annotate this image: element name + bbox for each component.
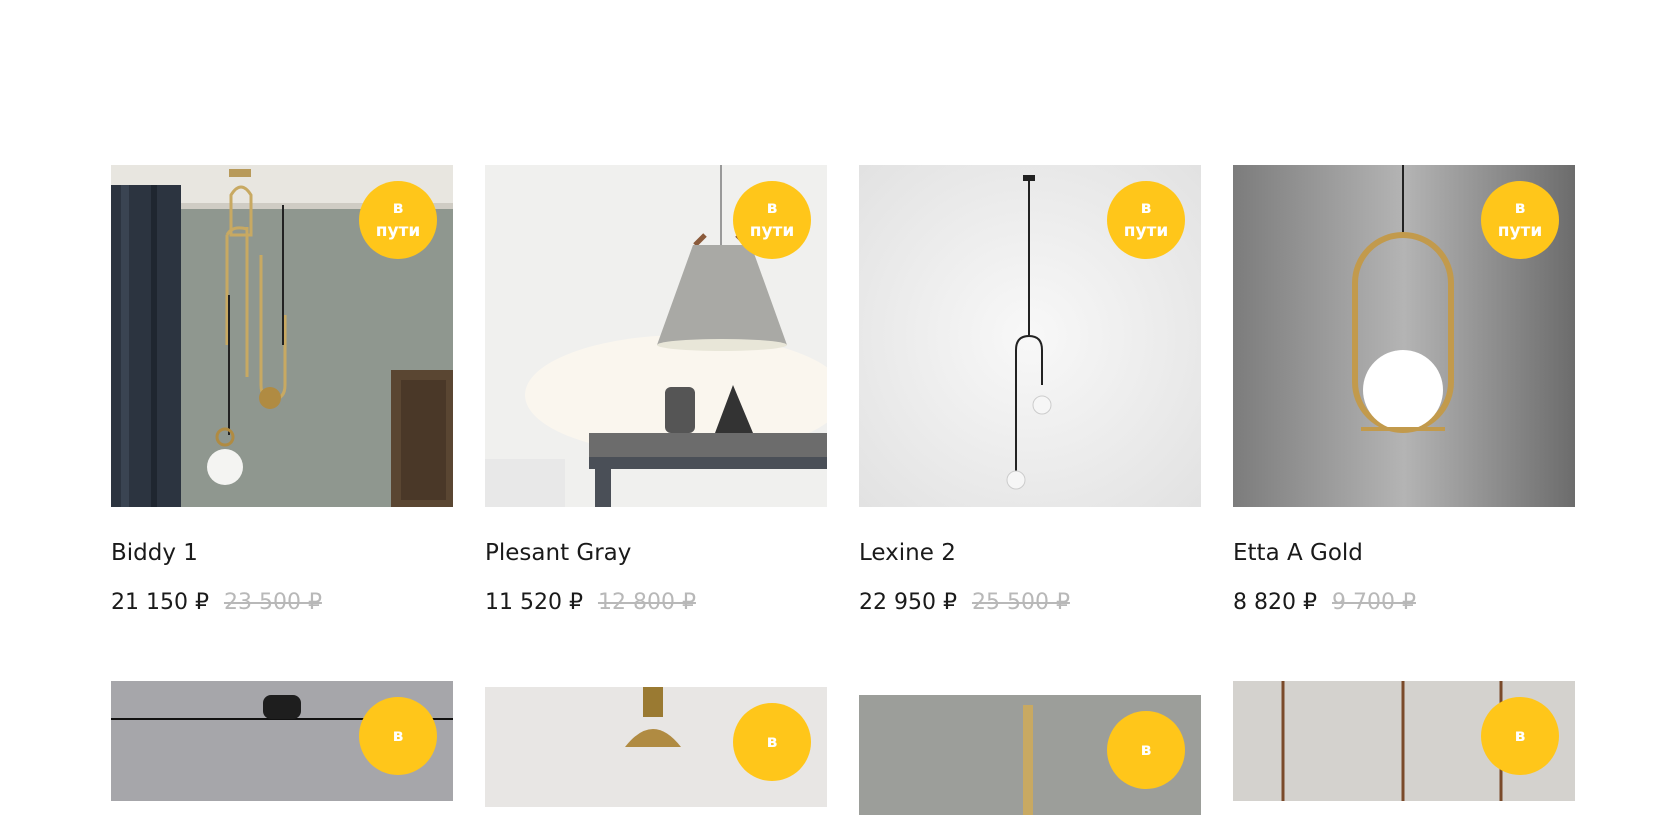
- product-image[interactable]: в: [859, 695, 1201, 815]
- in-transit-badge: в: [733, 703, 811, 781]
- old-price: 9 700 ₽: [1331, 590, 1416, 615]
- product-name[interactable]: Lexine 2: [859, 538, 1201, 568]
- in-transit-badge: в: [1481, 697, 1559, 775]
- product-prices: 11 520 ₽ 12 800 ₽: [485, 588, 827, 618]
- current-price: 8 820 ₽: [1233, 590, 1317, 615]
- product-image[interactable]: в пути: [1233, 165, 1575, 507]
- old-price: 25 500 ₽: [971, 590, 1070, 615]
- old-price: 23 500 ₽: [223, 590, 322, 615]
- product-grid-row-2: в в в в: [111, 681, 1575, 815]
- old-price: 12 800 ₽: [597, 590, 696, 615]
- product-image[interactable]: в: [111, 681, 453, 801]
- product-prices: 22 950 ₽ 25 500 ₽: [859, 588, 1201, 618]
- product-image[interactable]: в пути: [859, 165, 1201, 507]
- in-transit-badge: в пути: [1107, 181, 1185, 259]
- product-card[interactable]: в пути Biddy 1 21 150 ₽ 23 500 ₽: [111, 165, 453, 682]
- product-image[interactable]: в: [485, 687, 827, 807]
- product-name[interactable]: Biddy 1: [111, 538, 453, 568]
- product-card[interactable]: в пути Lexine 2 22 950 ₽ 25 500 ₽: [859, 165, 1201, 682]
- product-name[interactable]: Plesant Gray: [485, 538, 827, 568]
- product-image[interactable]: в пути: [485, 165, 827, 507]
- product-card[interactable]: в: [111, 681, 453, 801]
- product-grid: в пути Biddy 1 21 150 ₽ 23 500 ₽ в пути …: [111, 165, 1575, 682]
- product-card[interactable]: в: [485, 681, 827, 807]
- product-prices: 8 820 ₽ 9 700 ₽: [1233, 588, 1575, 618]
- product-image[interactable]: в пути: [111, 165, 453, 507]
- product-prices: 21 150 ₽ 23 500 ₽: [111, 588, 453, 618]
- current-price: 21 150 ₽: [111, 590, 209, 615]
- product-card[interactable]: в пути Plesant Gray 11 520 ₽ 12 800 ₽: [485, 165, 827, 682]
- in-transit-badge: в пути: [733, 181, 811, 259]
- product-image[interactable]: в: [1233, 681, 1575, 801]
- product-name[interactable]: Etta A Gold: [1233, 538, 1575, 568]
- product-card[interactable]: в пути Etta A Gold 8 820 ₽ 9 700 ₽: [1233, 165, 1575, 682]
- in-transit-badge: в: [1107, 711, 1185, 789]
- current-price: 11 520 ₽: [485, 590, 583, 615]
- in-transit-badge: в пути: [1481, 181, 1559, 259]
- current-price: 22 950 ₽: [859, 590, 957, 615]
- product-card[interactable]: в: [859, 681, 1201, 815]
- product-card[interactable]: в: [1233, 681, 1575, 801]
- in-transit-badge: в: [359, 697, 437, 775]
- in-transit-badge: в пути: [359, 181, 437, 259]
